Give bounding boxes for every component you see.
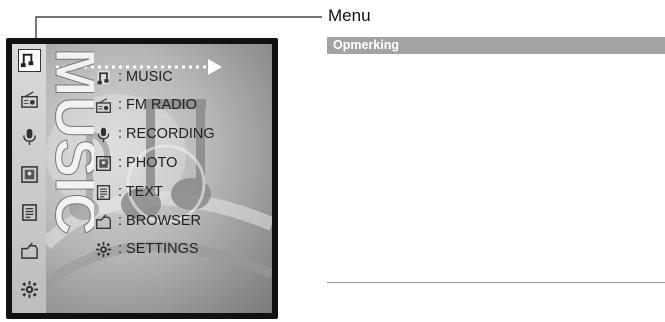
text-icon bbox=[95, 184, 112, 201]
legend-label: : FM RADIO bbox=[118, 97, 197, 113]
legend-item-photo: : PHOTO bbox=[95, 152, 177, 174]
menu-info-panel: Opmerking bbox=[327, 37, 665, 54]
browser-icon[interactable] bbox=[20, 241, 39, 260]
panel-bottom-divider bbox=[327, 282, 665, 283]
music-icon[interactable] bbox=[18, 49, 41, 72]
legend-label: : TEXT bbox=[118, 184, 163, 200]
legend-item-browser: : BROWSER bbox=[95, 210, 201, 232]
recording-icon[interactable] bbox=[20, 127, 39, 146]
photo-icon[interactable] bbox=[20, 165, 39, 184]
svg-text:MUSIC: MUSIC bbox=[46, 48, 94, 235]
legend-label: : SETTINGS bbox=[118, 241, 199, 257]
menu-icon-strip bbox=[12, 44, 46, 313]
music-art-word: MUSIC bbox=[46, 48, 94, 236]
menu-callout-label: Menu bbox=[328, 6, 371, 25]
legend-label: : MUSIC bbox=[118, 69, 173, 85]
panel-header: Opmerking bbox=[327, 37, 665, 54]
legend-item-fm-radio: : FM RADIO bbox=[95, 94, 197, 116]
legend-label: : BROWSER bbox=[118, 213, 201, 229]
settings-icon bbox=[95, 241, 112, 258]
legend-item-recording: : RECORDING bbox=[95, 123, 215, 145]
settings-icon[interactable] bbox=[20, 280, 39, 299]
legend-item-text: : TEXT bbox=[95, 181, 163, 203]
fm-radio-icon bbox=[95, 97, 112, 114]
legend-label: : RECORDING bbox=[118, 126, 215, 142]
fm-radio-icon[interactable] bbox=[20, 90, 39, 109]
browser-icon bbox=[95, 213, 112, 230]
text-icon[interactable] bbox=[20, 203, 39, 222]
photo-icon bbox=[95, 155, 112, 172]
legend-item-music: : MUSIC bbox=[95, 66, 173, 88]
legend-item-settings: : SETTINGS bbox=[95, 238, 199, 260]
recording-icon bbox=[95, 126, 112, 143]
music-icon bbox=[95, 69, 112, 86]
legend-label: : PHOTO bbox=[118, 155, 178, 171]
